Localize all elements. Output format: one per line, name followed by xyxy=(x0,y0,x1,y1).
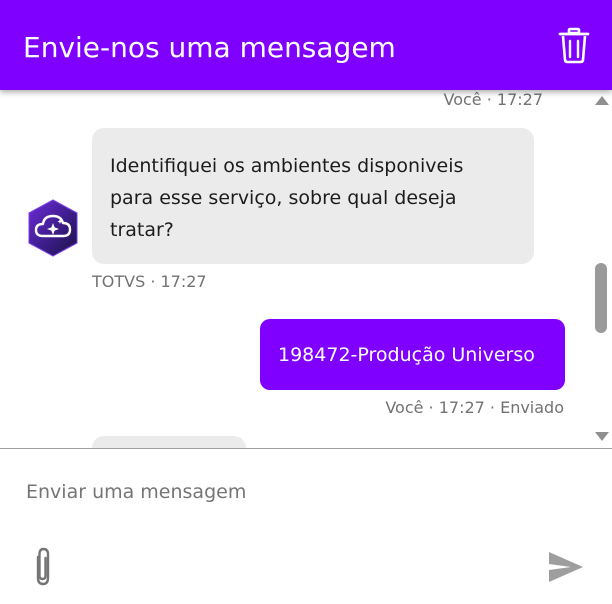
message-meta: TOTVS · 17:27 xyxy=(92,272,207,291)
bot-message-bubble xyxy=(92,436,246,448)
scroll-down-arrow-icon[interactable] xyxy=(595,432,609,441)
bot-message-bubble: Identifiquei os ambientes disponiveis pa… xyxy=(92,128,534,264)
trash-icon xyxy=(558,27,590,64)
message-meta: Você · 17:27 xyxy=(443,90,544,109)
send-button[interactable] xyxy=(546,549,586,585)
clear-chat-button[interactable] xyxy=(556,27,592,65)
chat-title: Envie-nos uma mensagem xyxy=(23,31,396,64)
chat-widget: Envie-nos uma mensagem Você · 17:27 Iden… xyxy=(0,0,612,604)
message-input[interactable] xyxy=(12,470,572,514)
message-list[interactable]: Você · 17:27 Identifiquei os ambientes d… xyxy=(0,90,590,448)
scrollbar-thumb[interactable] xyxy=(595,263,607,333)
scroll-up-arrow-icon[interactable] xyxy=(595,96,609,105)
user-message-bubble[interactable]: 198472-Produção Universo xyxy=(260,319,565,390)
send-icon xyxy=(549,552,583,582)
paperclip-icon xyxy=(36,547,50,586)
message-meta: Você · 17:27 · Enviado xyxy=(385,398,564,417)
user-message-text: 198472-Produção Universo xyxy=(278,343,535,366)
bot-message-text: Identifiquei os ambientes disponiveis pa… xyxy=(110,155,464,241)
chat-header: Envie-nos uma mensagem xyxy=(0,0,612,90)
composer-divider xyxy=(0,448,612,449)
bot-avatar xyxy=(25,198,81,258)
cloud-sparkle-icon xyxy=(28,199,78,257)
attach-button[interactable] xyxy=(30,545,56,589)
message-scrollbar[interactable] xyxy=(590,90,612,448)
